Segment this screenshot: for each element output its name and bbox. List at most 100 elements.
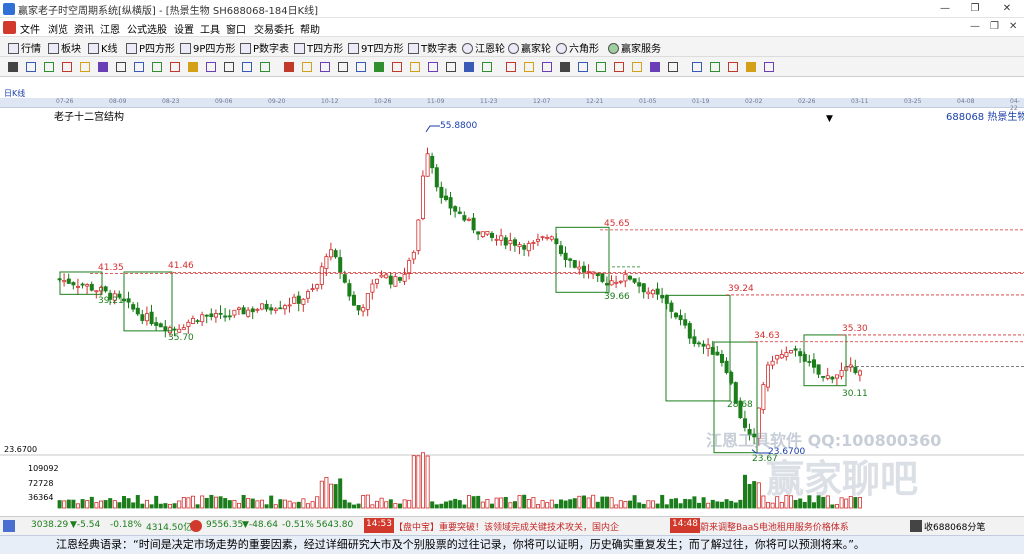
candle-body bbox=[503, 237, 508, 246]
toolbar-kline-button[interactable]: K线 bbox=[88, 40, 118, 55]
draw-tool-button[interactable] bbox=[240, 60, 254, 74]
draw-tool-button[interactable] bbox=[6, 60, 20, 74]
draw-tool-button[interactable] bbox=[690, 60, 704, 74]
date-tick: 09-06 bbox=[215, 98, 233, 105]
toolbar-p-number-table-button[interactable]: P数字表 bbox=[240, 40, 289, 55]
volume-bar bbox=[651, 500, 656, 509]
child-restore-button[interactable]: ❐ bbox=[990, 21, 999, 32]
draw-tool-button[interactable] bbox=[408, 60, 422, 74]
minimize-button[interactable]: — bbox=[930, 0, 960, 18]
draw-tool-button[interactable] bbox=[612, 60, 626, 74]
toolbar-quotes-button[interactable]: 行情 bbox=[8, 40, 41, 55]
draw-tool-button[interactable] bbox=[42, 60, 56, 74]
volume-bar bbox=[618, 500, 623, 509]
child-close-button[interactable]: ✕ bbox=[1009, 21, 1017, 32]
draw-tool-button[interactable] bbox=[744, 60, 758, 74]
draw-tool-button[interactable] bbox=[558, 60, 572, 74]
toolbar-9t-square-button[interactable]: 9T四方形 bbox=[348, 40, 403, 55]
draw-tool-button[interactable] bbox=[504, 60, 518, 74]
draw-tool-button[interactable] bbox=[762, 60, 776, 74]
chart-title: 老子十二宫结构 bbox=[54, 112, 124, 123]
draw-tool-button[interactable] bbox=[282, 60, 296, 74]
candle-body bbox=[761, 384, 766, 411]
draw-tool-button[interactable] bbox=[726, 60, 740, 74]
draw-tool-button[interactable] bbox=[318, 60, 332, 74]
toolbar-hexagon-button[interactable]: 六角形 bbox=[556, 40, 599, 55]
menu-formula-select[interactable]: 公式选股 bbox=[127, 21, 167, 36]
menu-settings[interactable]: 设置 bbox=[174, 21, 194, 36]
draw-tool-icon bbox=[560, 62, 570, 72]
draw-tool-button[interactable] bbox=[150, 60, 164, 74]
draw-tool-button[interactable] bbox=[444, 60, 458, 74]
draw-tool-button[interactable] bbox=[24, 60, 38, 74]
toolbar-p-square-button[interactable]: P四方形 bbox=[126, 40, 175, 55]
draw-tool-button[interactable] bbox=[480, 60, 494, 74]
draw-tool-icon bbox=[506, 62, 516, 72]
draw-tool-button[interactable] bbox=[222, 60, 236, 74]
news-headline-1[interactable]: 【盘中宝】重要突破！该领域完成关键技术攻关，国内企 bbox=[394, 520, 619, 533]
draw-tool-button[interactable] bbox=[648, 60, 662, 74]
candle-body bbox=[853, 366, 858, 374]
draw-tool-button[interactable] bbox=[666, 60, 680, 74]
volume-bar bbox=[213, 496, 218, 509]
child-minimize-button[interactable]: — bbox=[970, 21, 980, 32]
draw-tool-button[interactable] bbox=[594, 60, 608, 74]
menu-gann[interactable]: 江恩 bbox=[100, 21, 120, 36]
menu-tools[interactable]: 工具 bbox=[200, 21, 220, 36]
draw-tool-button[interactable] bbox=[60, 60, 74, 74]
toolbar-t-square-button[interactable]: T四方形 bbox=[294, 40, 343, 55]
volume-bar bbox=[536, 504, 541, 509]
draw-tool-button[interactable] bbox=[300, 60, 314, 74]
volume-bar bbox=[57, 500, 62, 509]
draw-tool-button[interactable] bbox=[708, 60, 722, 74]
toolbar-winner-wheel-button[interactable]: 赢家轮 bbox=[508, 40, 551, 55]
candle-body bbox=[126, 298, 131, 303]
draw-tool-button[interactable] bbox=[630, 60, 644, 74]
date-ruler[interactable]: 07-26 08-09 08-23 09-06 09-20 10-12 10-26 11-09… bbox=[0, 98, 1024, 112]
draw-tool-button[interactable] bbox=[390, 60, 404, 74]
app-menu-icon[interactable] bbox=[3, 21, 16, 34]
toolbar-sectors-button[interactable]: 板块 bbox=[48, 40, 81, 55]
chart-dropdown-icon[interactable]: ▼ bbox=[826, 114, 833, 124]
news-headline-2[interactable]: 蔚来调整BaaS电池租用服务价格体系 bbox=[700, 520, 880, 533]
draw-tool-button[interactable] bbox=[540, 60, 554, 74]
toolbar-9p-square-button[interactable]: 9P四方形 bbox=[180, 40, 235, 55]
draw-tool-button[interactable] bbox=[204, 60, 218, 74]
menu-window[interactable]: 窗口 bbox=[226, 21, 246, 36]
date-tick: 12-21 bbox=[586, 98, 604, 105]
volume-bar bbox=[154, 495, 159, 509]
date-tick: 07-26 bbox=[56, 98, 74, 105]
menu-help[interactable]: 帮助 bbox=[300, 21, 320, 36]
candle-body bbox=[793, 348, 798, 351]
draw-tool-button[interactable] bbox=[96, 60, 110, 74]
draw-tool-button[interactable] bbox=[522, 60, 536, 74]
tick-detail-label[interactable]: 收688068分笔 bbox=[924, 520, 985, 533]
draw-tool-button[interactable] bbox=[426, 60, 440, 74]
candle-body bbox=[821, 376, 826, 378]
draw-tool-button[interactable] bbox=[462, 60, 476, 74]
draw-tool-button[interactable] bbox=[186, 60, 200, 74]
volume-bar bbox=[351, 504, 356, 509]
draw-tool-button[interactable] bbox=[168, 60, 182, 74]
toolbar-gann-wheel-button[interactable]: 江恩轮 bbox=[462, 40, 505, 55]
draw-tool-button[interactable] bbox=[372, 60, 386, 74]
candle-body bbox=[273, 308, 278, 311]
menu-file[interactable]: 文件 bbox=[20, 21, 40, 36]
toolbar-t-number-table-button[interactable]: T数字表 bbox=[408, 40, 457, 55]
kline-chart[interactable]: 老子十二宫结构 ▼ 688068 热景生物 23.6700 109092 727… bbox=[0, 108, 1024, 516]
t-square-icon bbox=[294, 43, 305, 54]
draw-tool-button[interactable] bbox=[354, 60, 368, 74]
sz-icon bbox=[190, 520, 202, 532]
draw-tool-button[interactable] bbox=[258, 60, 272, 74]
menu-info[interactable]: 资讯 bbox=[74, 21, 94, 36]
restore-button[interactable]: ❐ bbox=[960, 0, 990, 18]
toolbar-service-button[interactable]: 赢家服务 bbox=[608, 40, 661, 55]
close-button[interactable]: ✕ bbox=[992, 0, 1022, 18]
draw-tool-button[interactable] bbox=[336, 60, 350, 74]
menu-browse[interactable]: 浏览 bbox=[48, 21, 68, 36]
draw-tool-button[interactable] bbox=[132, 60, 146, 74]
menu-trade[interactable]: 交易委托 bbox=[254, 21, 294, 36]
draw-tool-button[interactable] bbox=[576, 60, 590, 74]
draw-tool-button[interactable] bbox=[78, 60, 92, 74]
draw-tool-button[interactable] bbox=[114, 60, 128, 74]
